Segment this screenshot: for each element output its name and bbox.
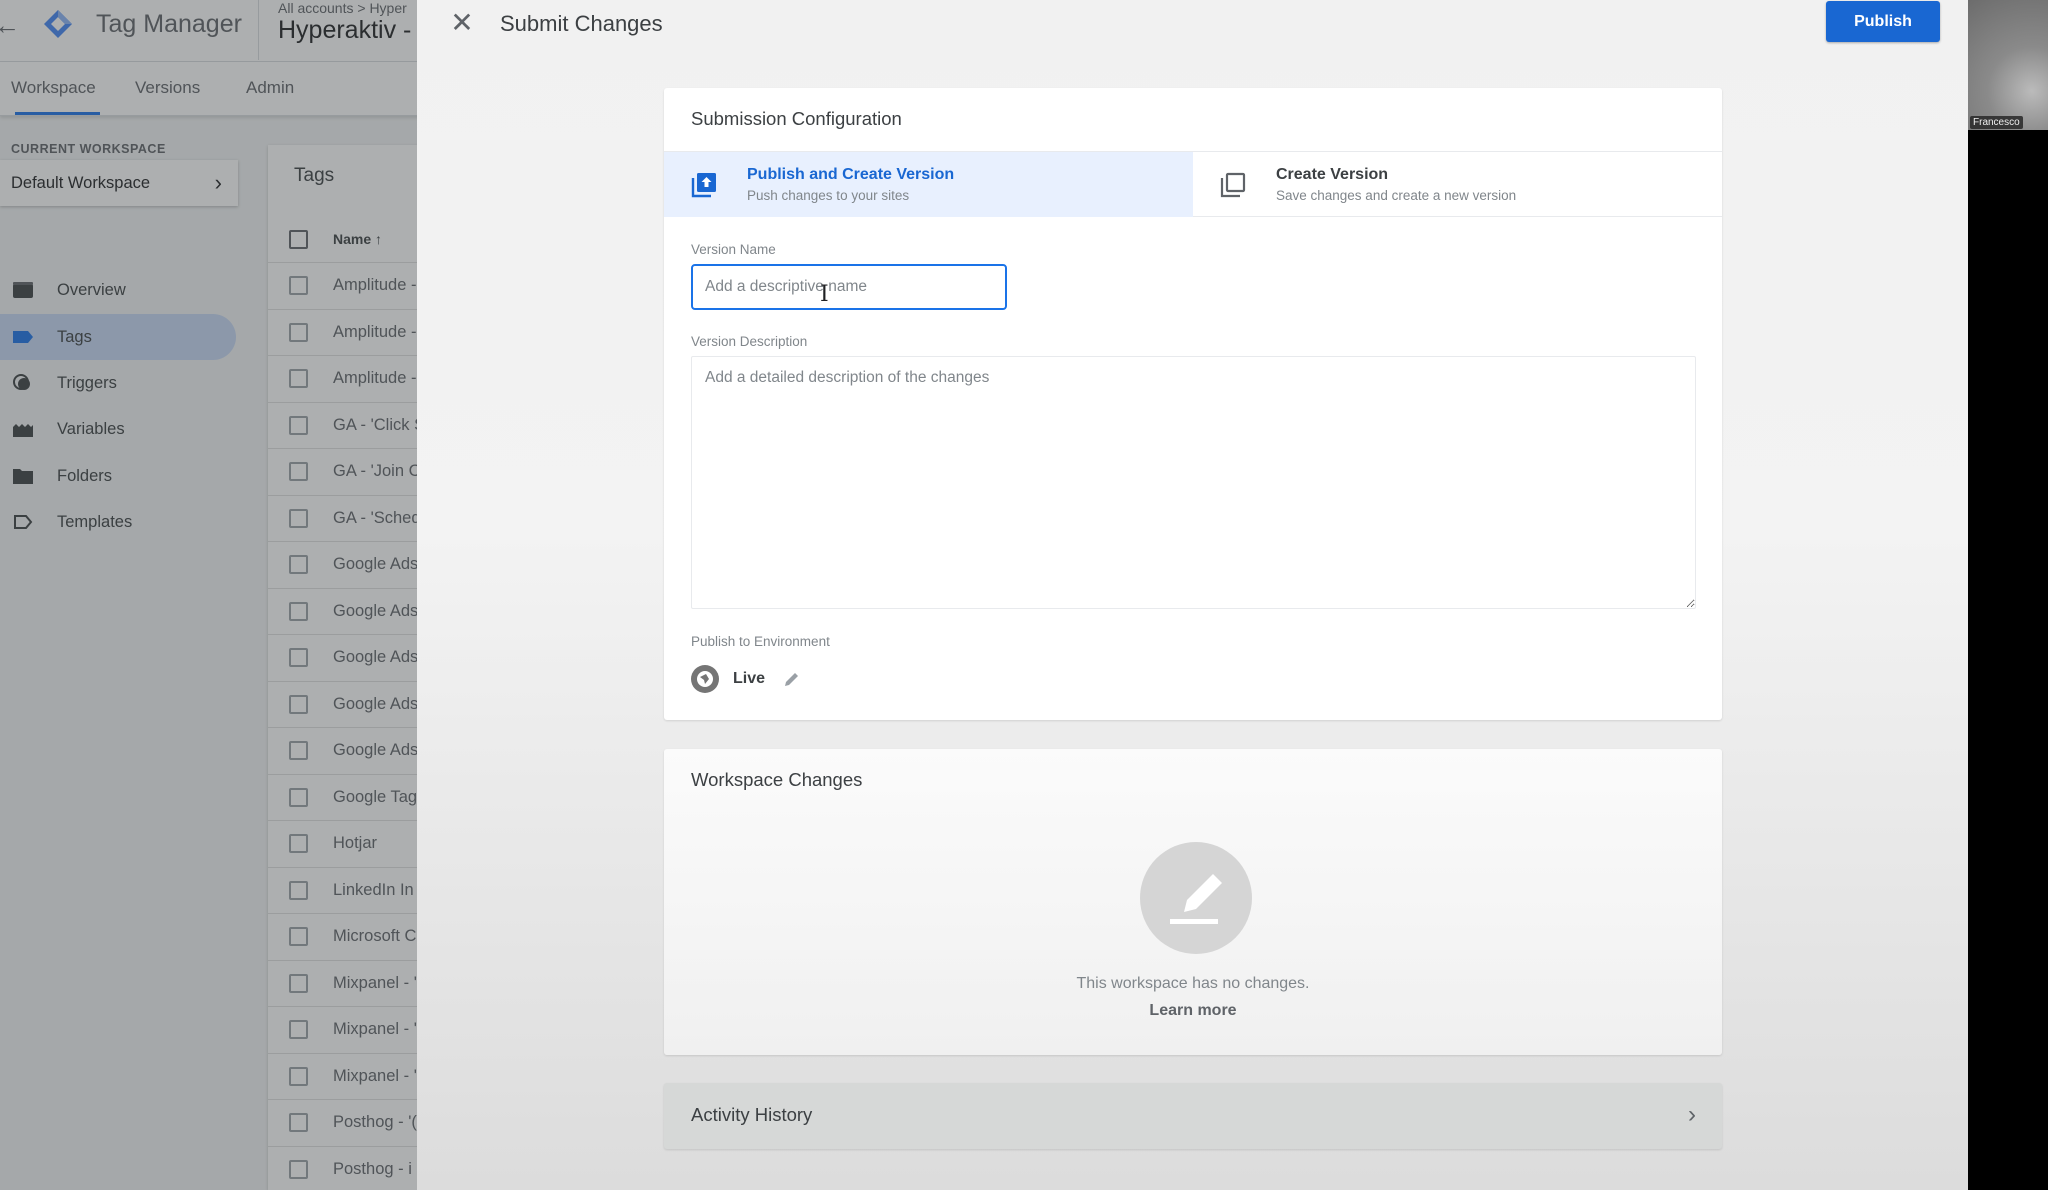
publish-environment-label: Publish to Environment bbox=[691, 634, 830, 649]
option-title: Publish and Create Version bbox=[747, 166, 955, 183]
edit-pencil-icon[interactable] bbox=[783, 670, 801, 688]
version-name-label: Version Name bbox=[691, 242, 776, 257]
option-subtitle: Save changes and create a new version bbox=[1276, 188, 1517, 203]
panel-header: ✕ Submit Changes Publish bbox=[417, 0, 1968, 50]
webcam-overlay: Francesco bbox=[1968, 0, 2048, 1190]
card-title: Submission Configuration bbox=[691, 108, 902, 129]
learn-more-link[interactable]: Learn more bbox=[664, 1002, 1722, 1020]
chevron-right-icon: › bbox=[1688, 1101, 1696, 1128]
version-name-input[interactable] bbox=[691, 264, 1007, 310]
publish-version-icon bbox=[691, 173, 716, 198]
environment-row: Live bbox=[691, 664, 801, 694]
submission-configuration-card: Submission Configuration Publish and Cre… bbox=[664, 88, 1722, 720]
workspace-changes-card: Workspace Changes This workspace has no … bbox=[664, 749, 1722, 1055]
participant-name: Francesco bbox=[1970, 116, 2023, 129]
environment-name: Live bbox=[733, 670, 766, 687]
card-title: Activity History bbox=[691, 1104, 813, 1125]
create-version-icon bbox=[1220, 172, 1246, 198]
panel-title: Submit Changes bbox=[500, 11, 663, 36]
edit-pencil-icon bbox=[1140, 842, 1252, 954]
card-title: Workspace Changes bbox=[691, 769, 863, 790]
activity-history-card[interactable]: Activity History › bbox=[664, 1083, 1722, 1149]
empty-state-message: This workspace has no changes. bbox=[1076, 975, 1310, 992]
webcam-video bbox=[1968, 0, 2048, 130]
option-title: Create Version bbox=[1276, 166, 1389, 183]
option-subtitle: Push changes to your sites bbox=[747, 188, 910, 203]
publish-button[interactable]: Publish bbox=[1826, 1, 1940, 42]
submit-changes-panel: ✕ Submit Changes Publish Submission Conf… bbox=[417, 0, 1968, 1190]
option-publish-and-create-version[interactable]: Publish and Create Version Push changes … bbox=[664, 152, 1193, 217]
version-description-textarea[interactable] bbox=[691, 356, 1696, 609]
version-description-label: Version Description bbox=[691, 334, 808, 349]
environment-globe-icon bbox=[691, 665, 719, 693]
close-icon[interactable]: ✕ bbox=[447, 8, 477, 38]
option-create-version[interactable]: Create Version Save changes and create a… bbox=[1193, 152, 1722, 217]
